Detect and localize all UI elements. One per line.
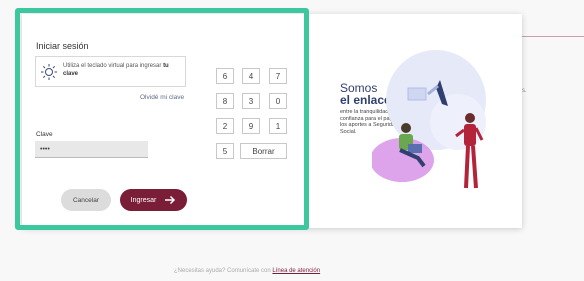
virtual-keyboard-hint: Utiliza el teclado virtual para ingresar…: [35, 56, 186, 87]
keypad-key[interactable]: 4: [242, 68, 260, 84]
keypad-key[interactable]: 5: [216, 143, 234, 159]
hint-text-main: Utiliza el teclado virtual para ingresar: [63, 63, 162, 69]
footer-link[interactable]: Línea de atención: [272, 268, 320, 274]
login-title: Iniciar sesión: [36, 41, 89, 51]
cancel-button[interactable]: Cancelar: [61, 189, 111, 211]
lightbulb-icon: [41, 64, 57, 80]
delete-button[interactable]: Borrar: [240, 143, 287, 159]
login-button[interactable]: Ingresar: [120, 189, 187, 211]
keypad-key[interactable]: 0: [269, 93, 287, 109]
forgot-password-link[interactable]: Olvidé mi clave: [140, 94, 184, 101]
header-divider: [522, 36, 584, 37]
keypad-key[interactable]: 7: [269, 68, 287, 84]
login-button-label: Ingresar: [130, 196, 157, 204]
keypad-key[interactable]: 9: [242, 118, 260, 134]
arrow-right-icon: [165, 195, 176, 205]
footer-help-text: ¿Necesitas ayuda? Comunícate con Línea d…: [174, 268, 320, 274]
promo-illustration: [372, 50, 486, 189]
keypad-key[interactable]: 6: [216, 68, 234, 84]
hint-text: Utiliza el teclado virtual para ingresar…: [63, 62, 183, 78]
truncated-text-fragment: s.: [522, 88, 527, 94]
keypad-key[interactable]: 2: [216, 118, 234, 134]
footer-text: ¿Necesitas ayuda? Comunícate con: [174, 268, 271, 274]
password-label: Clave: [36, 131, 53, 138]
keypad-key[interactable]: 3: [242, 93, 260, 109]
password-field[interactable]: [35, 141, 148, 158]
keypad-key[interactable]: 8: [216, 93, 234, 109]
keypad-key[interactable]: 1: [269, 118, 287, 134]
